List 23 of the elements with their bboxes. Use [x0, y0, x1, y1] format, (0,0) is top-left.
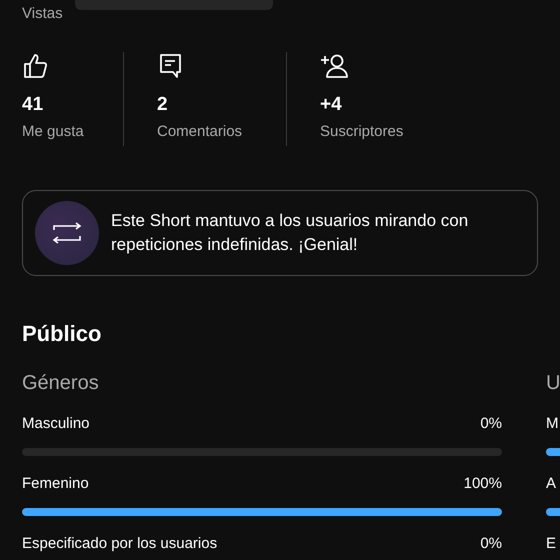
row-label: Masculino — [22, 414, 90, 434]
row-label: M — [546, 414, 558, 434]
percentage: 100% — [464, 474, 502, 494]
panel-title: U — [546, 371, 560, 396]
stat-value: +4 — [320, 94, 342, 116]
row-label: Especificado por los usuarios — [22, 534, 218, 554]
stat-label: Me gusta — [22, 122, 84, 142]
add-person-icon — [320, 52, 350, 80]
percentage: 0% — [480, 534, 502, 554]
percentage: 0% — [480, 414, 502, 434]
stat-label: Comentarios — [157, 122, 242, 142]
insight-text: Este Short mantuvo a los usuarios mirando con repeticiones indefinidas. ¡Genial! — [111, 210, 470, 256]
stat-value: 2 — [157, 94, 168, 116]
repeat-icon — [52, 222, 82, 244]
section-title: Público — [22, 320, 102, 348]
stat-label: Suscriptores — [320, 122, 404, 142]
views-label: Vistas — [22, 4, 63, 24]
thumbs-up-icon — [22, 52, 50, 80]
panel-title: Géneros — [22, 371, 99, 396]
row-label: Femenino — [22, 474, 89, 494]
row-label: A — [546, 474, 556, 494]
stat-value: 41 — [22, 94, 44, 116]
row-label: E — [546, 534, 556, 554]
